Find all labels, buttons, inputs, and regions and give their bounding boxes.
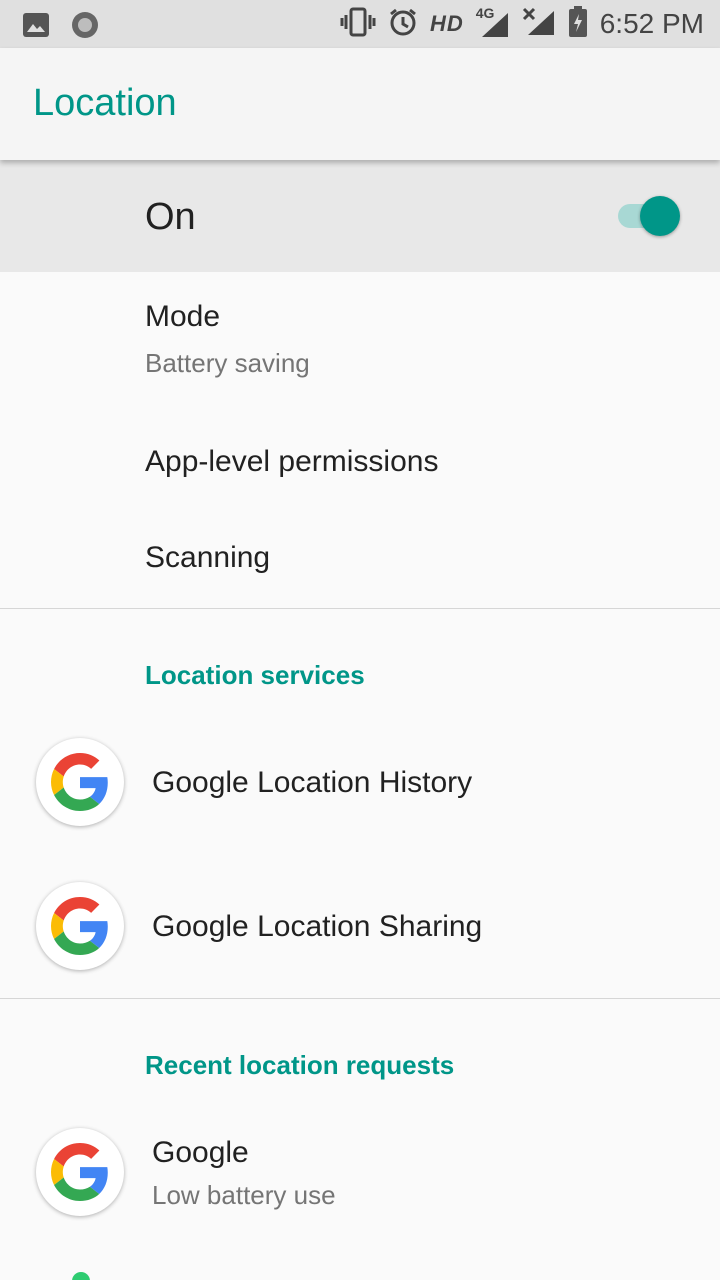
mode-setting[interactable]: Mode Battery saving bbox=[0, 272, 720, 392]
scanning-title: Scanning bbox=[145, 541, 271, 574]
google-location-history-item[interactable]: Google Location History bbox=[0, 712, 720, 854]
location-services-header: Location services bbox=[145, 660, 365, 690]
signal-icon: 4G bbox=[476, 5, 510, 39]
image-icon bbox=[22, 12, 50, 43]
google-icon bbox=[36, 738, 124, 826]
status-time: 6:52 PM bbox=[599, 8, 704, 39]
google-icon bbox=[36, 1128, 124, 1216]
request-app-subtitle: Low battery use bbox=[152, 1180, 336, 1210]
request-app-title: Google bbox=[152, 1136, 249, 1169]
google-location-sharing-item[interactable]: Google Location Sharing bbox=[0, 856, 720, 998]
master-switch-row[interactable]: On bbox=[0, 160, 720, 272]
app-icon bbox=[72, 1272, 90, 1280]
vibrate-icon bbox=[340, 7, 376, 42]
divider bbox=[0, 608, 720, 609]
recent-requests-header: Recent location requests bbox=[145, 1050, 455, 1080]
location-toggle[interactable] bbox=[618, 196, 682, 236]
status-bar: HD 4G 6:52 PM bbox=[0, 0, 720, 48]
battery-charging-icon bbox=[568, 5, 588, 43]
master-switch-label: On bbox=[145, 196, 196, 238]
google-icon bbox=[36, 882, 124, 970]
divider bbox=[0, 998, 720, 999]
scanning-setting[interactable]: Scanning bbox=[0, 511, 720, 607]
service-title: Google Location History bbox=[152, 766, 473, 799]
app-level-permissions-setting[interactable]: App-level permissions bbox=[0, 415, 720, 511]
network-label: HD bbox=[429, 11, 464, 36]
circle-icon bbox=[70, 10, 100, 45]
recent-request-google-item[interactable]: Google Low battery use bbox=[0, 1100, 720, 1244]
app-bar: Location bbox=[0, 48, 720, 160]
mode-title: Mode bbox=[145, 300, 221, 333]
alarm-icon bbox=[388, 7, 418, 42]
mode-subtitle: Battery saving bbox=[145, 348, 310, 378]
app-permissions-title: App-level permissions bbox=[145, 445, 439, 478]
service-title: Google Location Sharing bbox=[152, 910, 483, 943]
toggle-thumb bbox=[640, 196, 680, 236]
no-signal-icon bbox=[522, 7, 556, 42]
page-title: Location bbox=[33, 82, 177, 124]
